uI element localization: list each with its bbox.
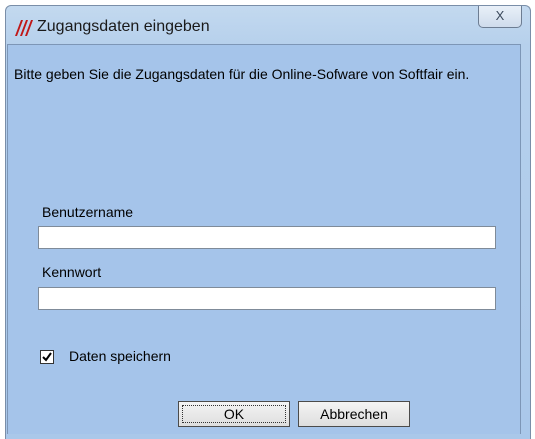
cancel-button-label: Abbrechen	[320, 406, 388, 422]
focus-rectangle	[182, 405, 286, 423]
password-label: Kennwort	[42, 264, 102, 280]
username-label: Benutzername	[42, 204, 134, 220]
checkmark-icon	[42, 352, 52, 362]
cancel-button[interactable]: Abbrechen	[298, 401, 410, 427]
softfair-logo-icon	[13, 17, 33, 37]
intro-text: Bitte geben Sie die Zugangsdaten für die…	[14, 66, 470, 82]
username-field[interactable]	[38, 226, 496, 249]
window-title: Zugangsdaten eingeben	[37, 18, 210, 35]
password-field[interactable]	[38, 287, 496, 310]
save-credentials-label[interactable]: Daten speichern	[69, 348, 171, 364]
close-button[interactable]: X	[478, 6, 522, 28]
close-icon: X	[495, 8, 505, 23]
save-credentials-checkbox[interactable]	[40, 350, 54, 364]
ok-button[interactable]: OK	[178, 401, 290, 427]
